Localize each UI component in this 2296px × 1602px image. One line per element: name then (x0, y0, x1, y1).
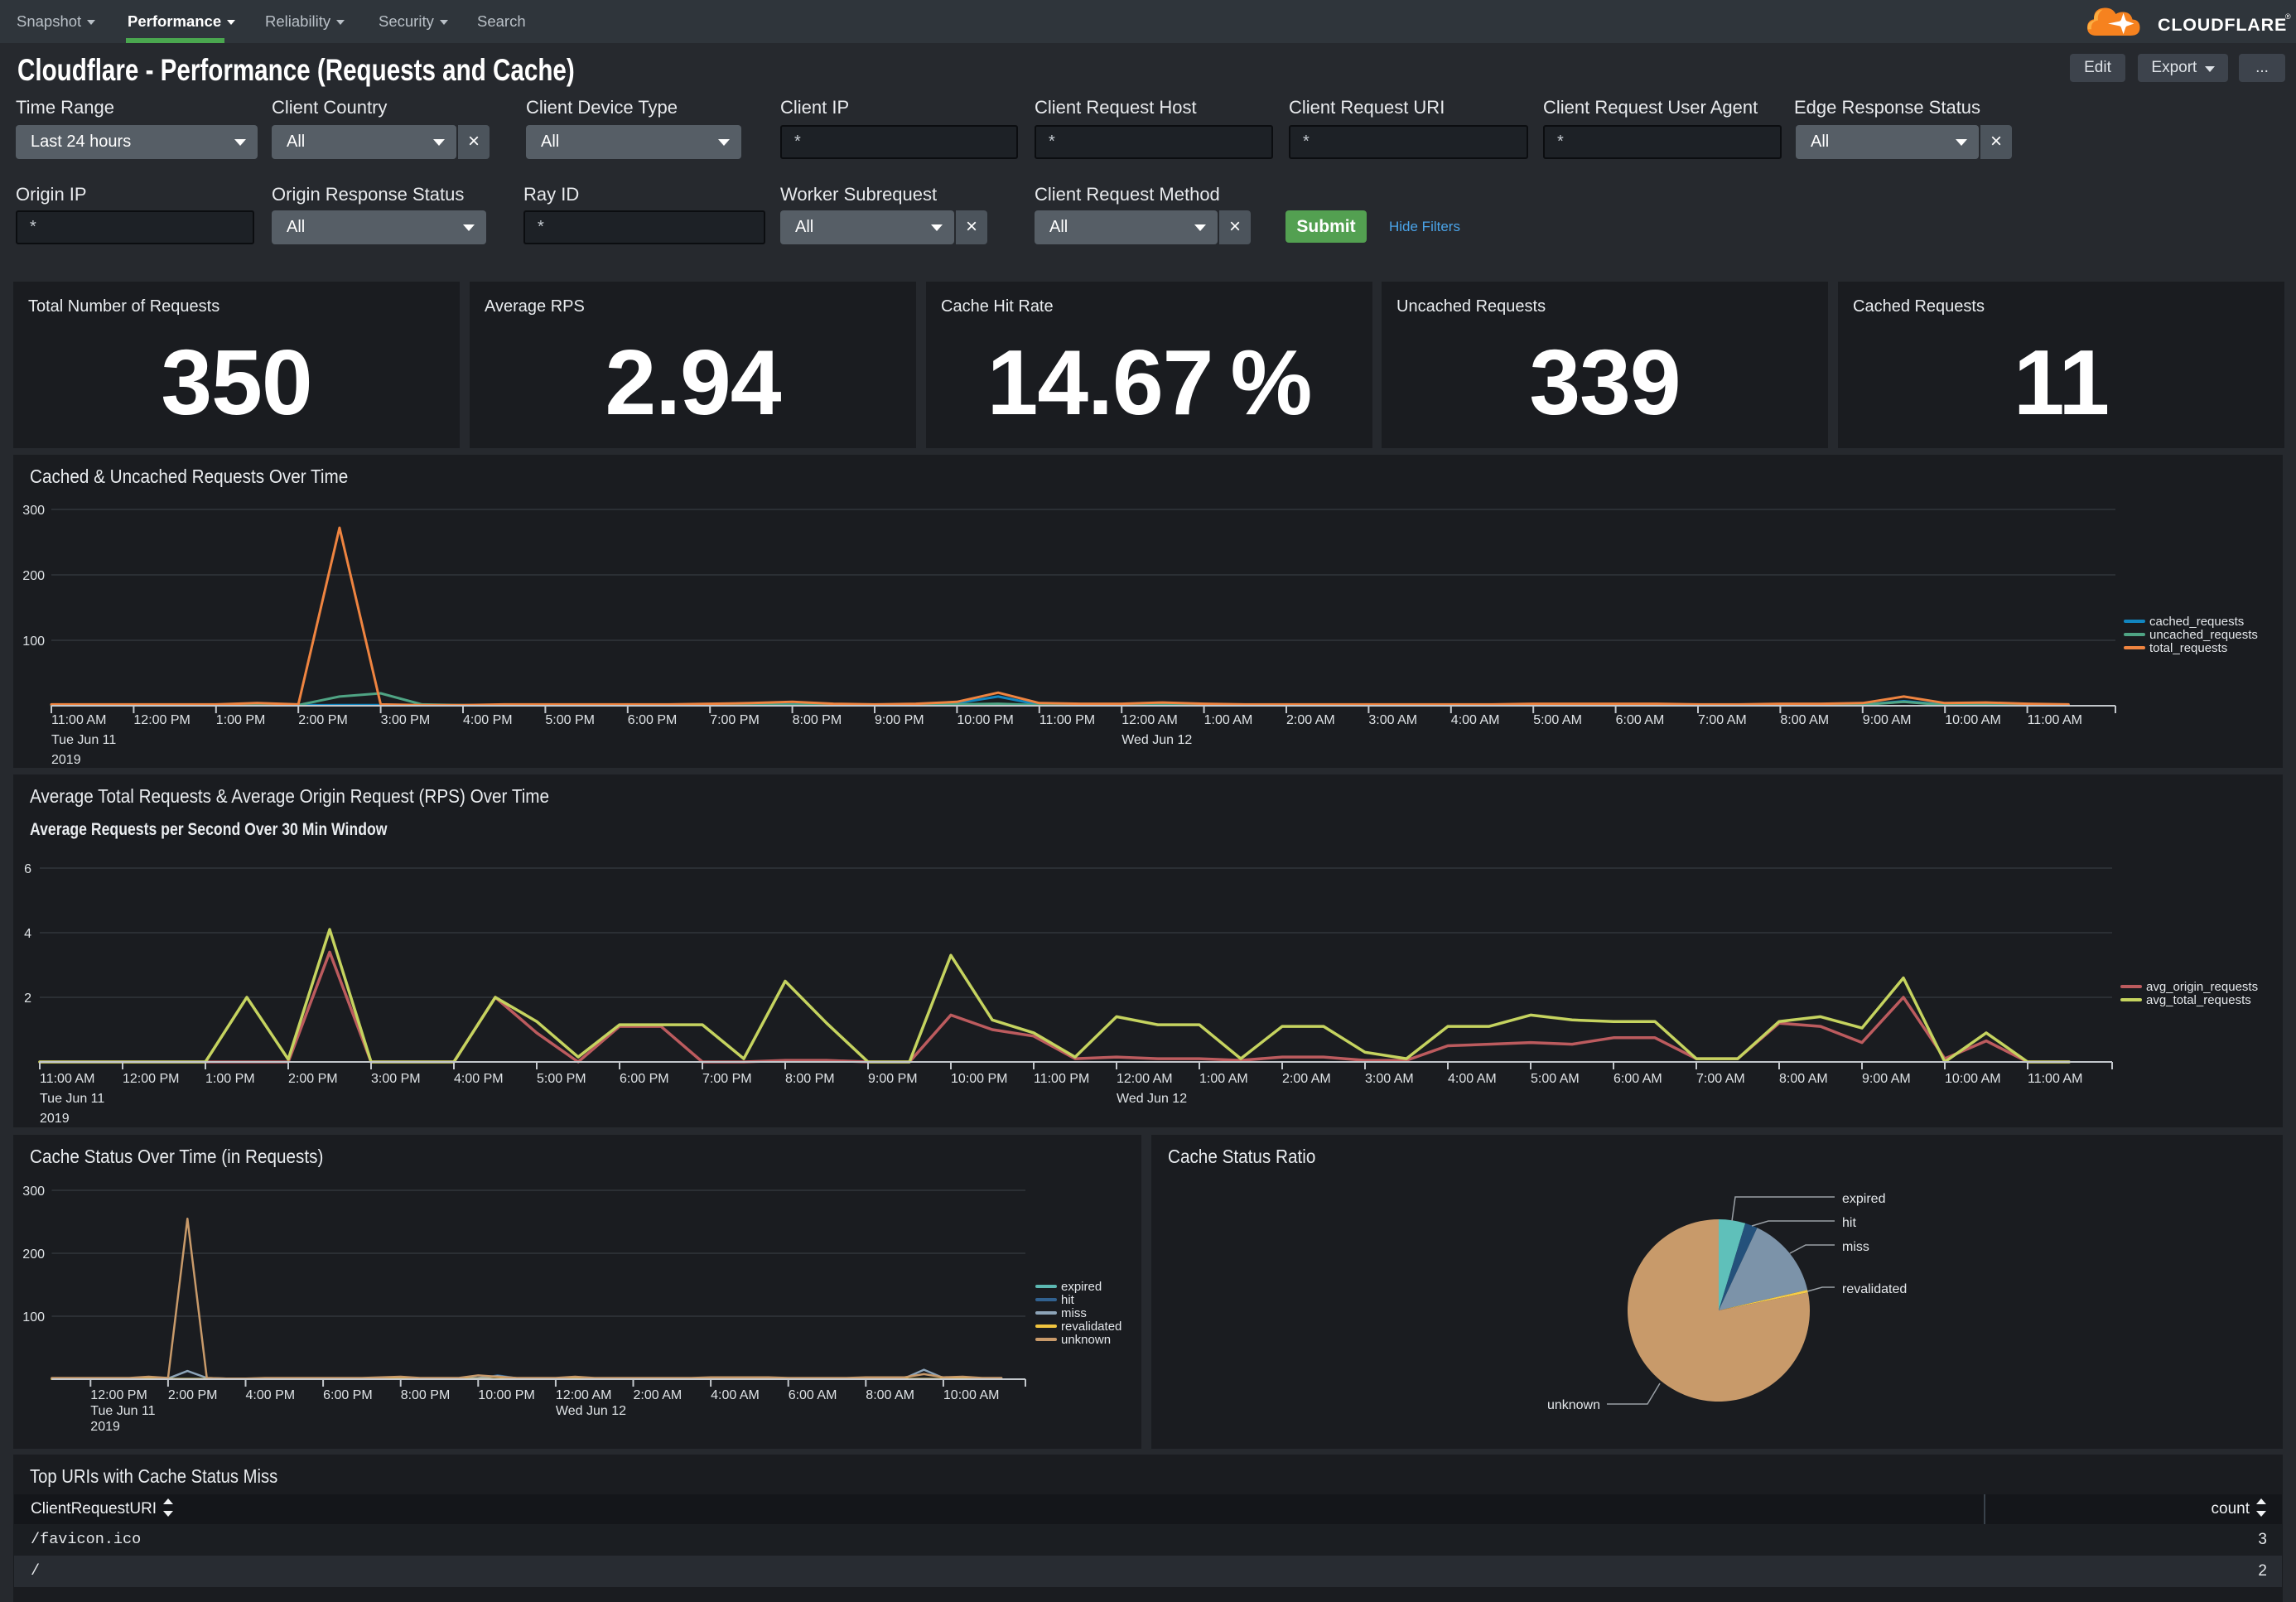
svg-text:6:00 AM: 6:00 AM (1616, 713, 1665, 727)
svg-text:12:00 AM: 12:00 AM (1117, 1072, 1173, 1086)
svg-text:4:00 PM: 4:00 PM (246, 1388, 296, 1402)
svg-text:2:00 PM: 2:00 PM (298, 713, 348, 727)
svg-text:11:00 AM: 11:00 AM (2028, 1072, 2082, 1086)
svg-text:6:00 PM: 6:00 PM (620, 1072, 669, 1086)
svg-text:12:00 AM: 12:00 AM (1121, 713, 1178, 727)
svg-text:12:00 PM: 12:00 PM (133, 713, 190, 727)
svg-text:total_requests: total_requests (2149, 641, 2227, 655)
svg-text:6:00 AM: 6:00 AM (789, 1388, 837, 1402)
svg-text:4: 4 (24, 927, 31, 941)
svg-text:8:00 AM: 8:00 AM (866, 1388, 914, 1402)
svg-text:3:00 PM: 3:00 PM (381, 713, 431, 727)
svg-text:2019: 2019 (51, 753, 81, 767)
svg-text:10:00 PM: 10:00 PM (478, 1388, 534, 1402)
svg-text:1:00 PM: 1:00 PM (205, 1072, 255, 1086)
svg-text:8:00 AM: 8:00 AM (1779, 1072, 1828, 1086)
svg-text:3:00 AM: 3:00 AM (1368, 713, 1417, 727)
svg-text:1:00 AM: 1:00 AM (1199, 1072, 1248, 1086)
svg-text:4:00 PM: 4:00 PM (454, 1072, 504, 1086)
svg-text:1:00 AM: 1:00 AM (1204, 713, 1253, 727)
svg-text:9:00 PM: 9:00 PM (868, 1072, 918, 1086)
svg-text:2:00 PM: 2:00 PM (168, 1388, 218, 1402)
svg-text:10:00 PM: 10:00 PM (957, 713, 1013, 727)
svg-text:8:00 PM: 8:00 PM (785, 1072, 835, 1086)
svg-text:7:00 AM: 7:00 AM (1696, 1072, 1745, 1086)
svg-text:2019: 2019 (90, 1420, 120, 1434)
svg-text:2:00 AM: 2:00 AM (1286, 713, 1335, 727)
svg-text:uncached_requests: uncached_requests (2149, 628, 2258, 642)
svg-text:2: 2 (24, 992, 31, 1006)
svg-text:hit: hit (1842, 1216, 1856, 1230)
svg-text:Wed Jun 12: Wed Jun 12 (556, 1404, 626, 1418)
svg-text:11:00 PM: 11:00 PM (1034, 1072, 1089, 1086)
svg-text:2:00 AM: 2:00 AM (1282, 1072, 1331, 1086)
svg-text:7:00 PM: 7:00 PM (710, 713, 760, 727)
svg-text:Tue Jun 11: Tue Jun 11 (40, 1092, 104, 1106)
svg-text:6:00 AM: 6:00 AM (1613, 1072, 1662, 1086)
svg-text:6:00 PM: 6:00 PM (323, 1388, 373, 1402)
svg-text:miss: miss (1842, 1240, 1869, 1254)
svg-text:revalidated: revalidated (1061, 1320, 1121, 1334)
svg-text:Tue Jun 11: Tue Jun 11 (51, 733, 116, 747)
svg-text:6: 6 (24, 862, 31, 876)
svg-text:11:00 AM: 11:00 AM (40, 1072, 94, 1086)
svg-text:unknown: unknown (1547, 1398, 1600, 1412)
svg-text:12:00 PM: 12:00 PM (90, 1388, 147, 1402)
svg-text:Wed Jun 12: Wed Jun 12 (1121, 733, 1192, 747)
svg-text:200: 200 (22, 1247, 45, 1262)
svg-text:10:00 AM: 10:00 AM (1945, 713, 2001, 727)
svg-text:10:00 AM: 10:00 AM (943, 1388, 1000, 1402)
svg-text:200: 200 (22, 569, 45, 583)
svg-text:cached_requests: cached_requests (2149, 615, 2244, 629)
svg-text:5:00 PM: 5:00 PM (545, 713, 595, 727)
svg-text:4:00 AM: 4:00 AM (1448, 1072, 1497, 1086)
svg-text:9:00 PM: 9:00 PM (875, 713, 924, 727)
svg-text:miss: miss (1061, 1306, 1087, 1320)
svg-text:10:00 PM: 10:00 PM (951, 1072, 1007, 1086)
svg-text:expired: expired (1842, 1192, 1885, 1206)
svg-text:300: 300 (22, 1185, 45, 1199)
svg-text:5:00 AM: 5:00 AM (1533, 713, 1582, 727)
svg-text:hit: hit (1061, 1293, 1075, 1307)
svg-text:2:00 PM: 2:00 PM (288, 1072, 338, 1086)
svg-text:300: 300 (22, 504, 45, 518)
svg-text:100: 100 (22, 1310, 45, 1325)
svg-text:8:00 PM: 8:00 PM (401, 1388, 451, 1402)
svg-text:100: 100 (22, 635, 45, 649)
svg-text:unknown: unknown (1061, 1333, 1111, 1347)
svg-text:5:00 PM: 5:00 PM (537, 1072, 586, 1086)
svg-text:2019: 2019 (40, 1112, 70, 1126)
svg-text:4:00 AM: 4:00 AM (1451, 713, 1500, 727)
svg-text:avg_origin_requests: avg_origin_requests (2146, 980, 2258, 994)
svg-text:1:00 PM: 1:00 PM (216, 713, 266, 727)
svg-text:7:00 AM: 7:00 AM (1698, 713, 1747, 727)
svg-text:expired: expired (1061, 1280, 1102, 1294)
svg-text:8:00 AM: 8:00 AM (1780, 713, 1829, 727)
svg-text:5:00 AM: 5:00 AM (1531, 1072, 1580, 1086)
svg-text:11:00 AM: 11:00 AM (2028, 713, 2082, 727)
svg-text:4:00 AM: 4:00 AM (711, 1388, 760, 1402)
svg-text:12:00 PM: 12:00 PM (123, 1072, 179, 1086)
svg-text:11:00 PM: 11:00 PM (1039, 713, 1095, 727)
svg-text:10:00 AM: 10:00 AM (1945, 1072, 2001, 1086)
svg-text:®: ® (2285, 12, 2291, 21)
svg-text:Tue Jun 11: Tue Jun 11 (90, 1404, 155, 1418)
svg-text:3:00 AM: 3:00 AM (1365, 1072, 1414, 1086)
svg-text:CLOUDFLARE: CLOUDFLARE (2158, 15, 2287, 35)
svg-text:2:00 AM: 2:00 AM (634, 1388, 683, 1402)
svg-text:9:00 AM: 9:00 AM (1863, 713, 1912, 727)
svg-text:12:00 AM: 12:00 AM (556, 1388, 612, 1402)
svg-text:avg_total_requests: avg_total_requests (2146, 993, 2251, 1007)
svg-text:9:00 AM: 9:00 AM (1862, 1072, 1911, 1086)
svg-text:11:00 AM: 11:00 AM (51, 713, 106, 727)
svg-text:revalidated: revalidated (1842, 1282, 1907, 1296)
svg-text:8:00 PM: 8:00 PM (793, 713, 842, 727)
svg-text:4:00 PM: 4:00 PM (463, 713, 513, 727)
svg-text:Wed Jun 12: Wed Jun 12 (1117, 1092, 1187, 1106)
svg-text:6:00 PM: 6:00 PM (628, 713, 678, 727)
svg-text:7:00 PM: 7:00 PM (702, 1072, 752, 1086)
svg-text:3:00 PM: 3:00 PM (371, 1072, 421, 1086)
